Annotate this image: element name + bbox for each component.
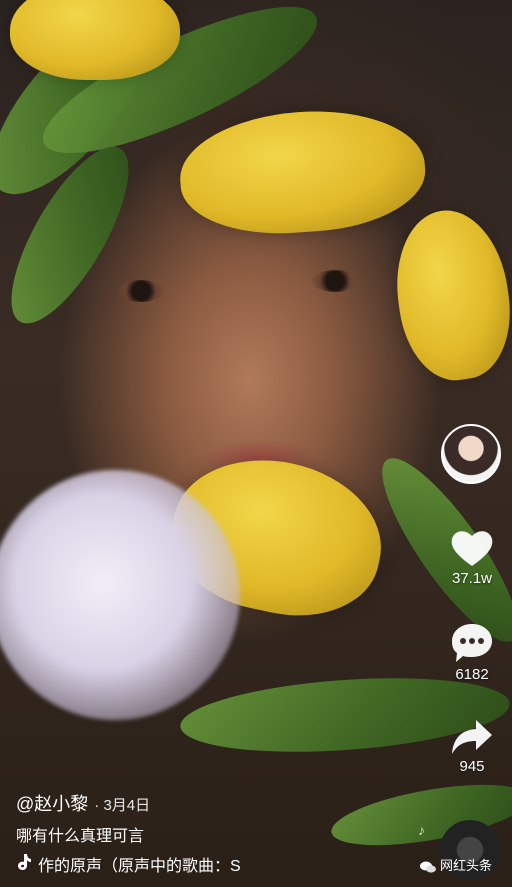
share-button[interactable]: 945 [440, 718, 504, 775]
author-handle[interactable]: @赵小黎 [16, 794, 88, 814]
post-date: · 3月4日 [94, 797, 151, 814]
author-line: @赵小黎 · 3月4日 [16, 790, 150, 816]
video-player[interactable]: 37.1w 6182 945 @赵小黎 · 3月4日 哪有什么真理可言 作的原声（… [0, 0, 512, 887]
share-arrow-icon [452, 720, 492, 754]
video-caption: 哪有什么真理可言 [16, 828, 145, 845]
like-button[interactable]: 37.1w [440, 528, 504, 587]
comment-icon [452, 624, 492, 662]
heart-icon [451, 531, 493, 566]
share-count: 945 [459, 758, 485, 775]
tulip [10, 0, 180, 80]
wechat-icon [420, 861, 436, 873]
music-title: 作的原声（原声中的歌曲：S [38, 858, 241, 875]
music-marquee[interactable]: 作的原声（原声中的歌曲：S [16, 852, 296, 876]
comment-count: 6182 [455, 666, 489, 683]
comment-button[interactable]: 6182 [440, 622, 504, 683]
face-eye-right [312, 270, 358, 292]
watermark-text: 网红头条 [440, 858, 493, 873]
music-note-icon: ♪ [418, 822, 425, 838]
like-count: 37.1w [451, 570, 493, 587]
watermark: 网红头条 [420, 855, 492, 874]
face-eye-left [118, 280, 164, 302]
author-avatar[interactable] [441, 424, 501, 484]
white-flower [0, 470, 240, 720]
tiktok-music-icon [18, 854, 31, 870]
